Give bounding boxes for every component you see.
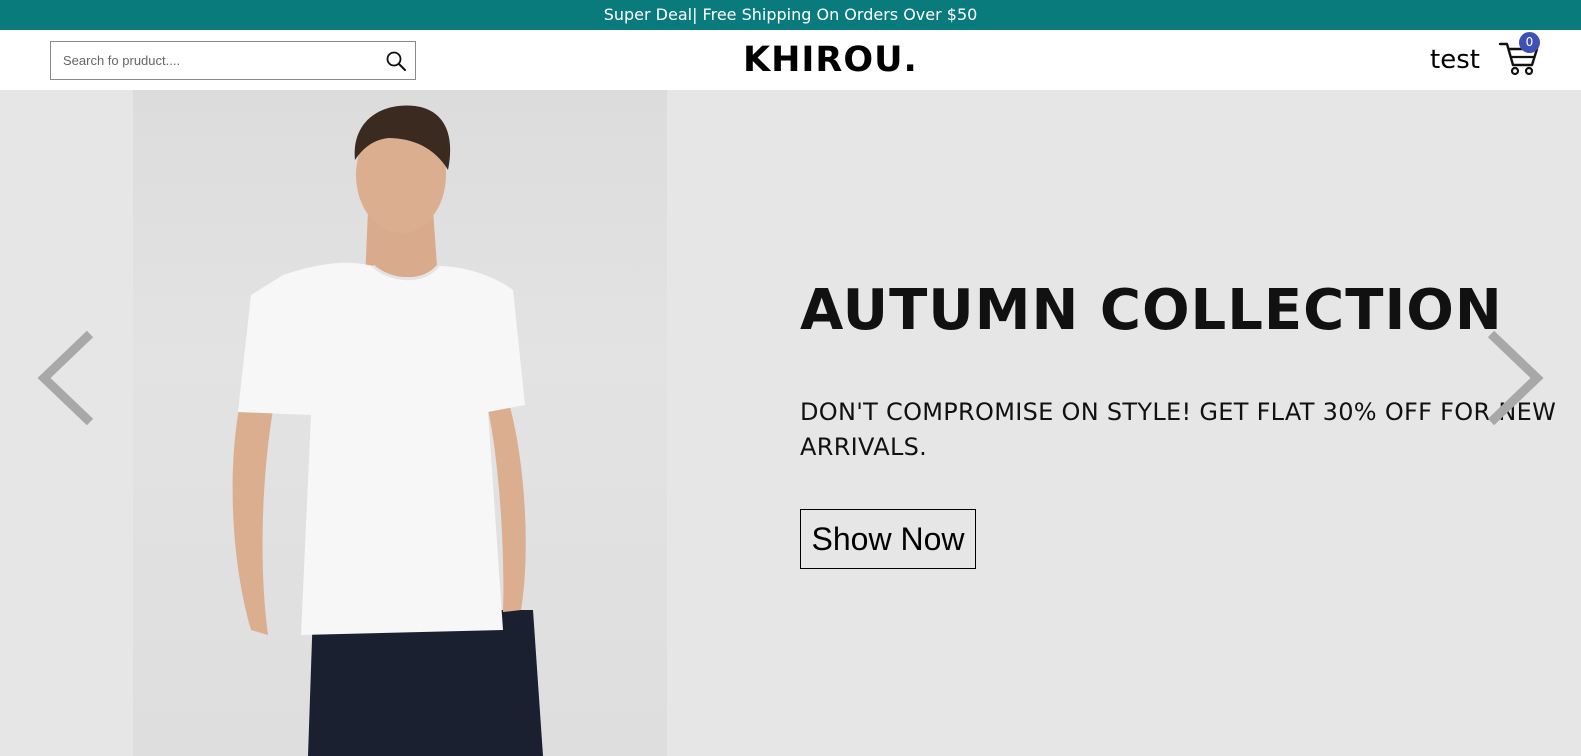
search-box <box>50 41 416 80</box>
promo-bar: Super Deal| Free Shipping On Orders Over… <box>0 0 1581 30</box>
hero-description: DON'T COMPROMISE ON STYLE! GET FLAT 30% … <box>800 398 1557 461</box>
search-icon[interactable] <box>385 50 407 72</box>
show-now-button[interactable]: Show Now <box>800 509 976 569</box>
cart-count-badge: 0 <box>1519 32 1540 53</box>
header: KHIROU. test 0 <box>0 30 1581 90</box>
hero-slider: AUTUMN COLLECTION DON'T COMPROMISE ON ST… <box>0 90 1581 756</box>
chevron-left-icon[interactable] <box>36 330 96 426</box>
user-account-link[interactable]: test <box>1430 43 1480 77</box>
chevron-right-icon[interactable] <box>1485 330 1545 426</box>
promo-text: Super Deal| Free Shipping On Orders Over… <box>603 5 978 24</box>
search-input[interactable] <box>51 42 371 79</box>
logo[interactable]: KHIROU. <box>743 38 918 82</box>
hero-title: AUTUMN COLLECTION <box>800 278 1503 343</box>
hero-image <box>133 90 667 756</box>
